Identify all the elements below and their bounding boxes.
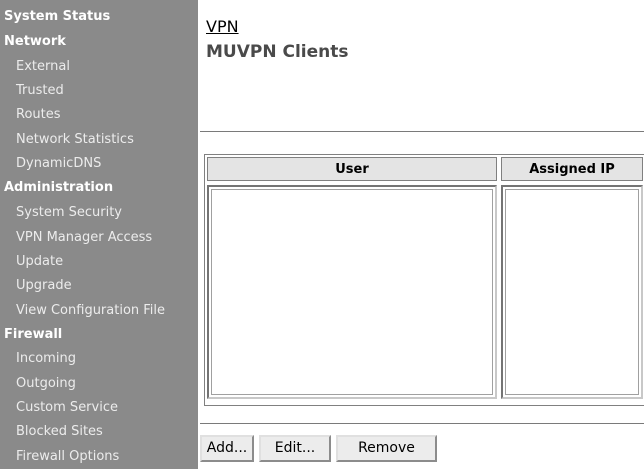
sidebar-item-administration[interactable]: Administration bbox=[0, 177, 202, 201]
app-window: System Status Network External Trusted R… bbox=[0, 0, 644, 469]
page-title: MUVPN Clients bbox=[206, 42, 349, 62]
sidebar-item-firewall[interactable]: Firewall bbox=[0, 324, 202, 348]
column-header-user: User bbox=[207, 157, 497, 181]
column-header-assigned-ip: Assigned IP bbox=[501, 157, 643, 181]
sidebar-item-blocked-sites[interactable]: Blocked Sites bbox=[0, 421, 214, 445]
remove-button[interactable]: Remove bbox=[336, 435, 437, 462]
sidebar-item-network[interactable]: Network bbox=[0, 31, 202, 55]
divider-bottom bbox=[200, 423, 644, 425]
edit-button[interactable]: Edit... bbox=[259, 435, 331, 462]
divider-top bbox=[200, 131, 644, 133]
add-button[interactable]: Add... bbox=[200, 435, 254, 462]
sidebar-item-routes[interactable]: Routes bbox=[0, 104, 214, 128]
main-content: VPN MUVPN Clients User Assigned IP Add..… bbox=[198, 0, 644, 469]
sidebar-item-custom-service[interactable]: Custom Service bbox=[0, 397, 214, 421]
user-list[interactable] bbox=[207, 185, 497, 399]
sidebar-item-system-status[interactable]: System Status bbox=[0, 6, 202, 30]
sidebar-item-dynamicdns[interactable]: DynamicDNS bbox=[0, 153, 214, 177]
sidebar-item-firewall-options[interactable]: Firewall Options bbox=[0, 446, 214, 469]
sidebar-item-network-statistics[interactable]: Network Statistics bbox=[0, 129, 214, 153]
assigned-ip-list[interactable] bbox=[501, 185, 643, 399]
sidebar-item-external[interactable]: External bbox=[0, 56, 214, 80]
sidebar-item-update[interactable]: Update bbox=[0, 251, 214, 275]
sidebar-nav: System Status Network External Trusted R… bbox=[0, 0, 198, 469]
sidebar-item-vpn-manager-access[interactable]: VPN Manager Access bbox=[0, 227, 214, 251]
sidebar-item-outgoing[interactable]: Outgoing bbox=[0, 373, 214, 397]
breadcrumb-vpn[interactable]: VPN bbox=[206, 17, 239, 36]
sidebar-item-trusted[interactable]: Trusted bbox=[0, 80, 214, 104]
clients-table: User Assigned IP bbox=[204, 154, 644, 406]
sidebar-item-system-security[interactable]: System Security bbox=[0, 202, 214, 226]
sidebar-item-upgrade[interactable]: Upgrade bbox=[0, 275, 214, 299]
sidebar-item-incoming[interactable]: Incoming bbox=[0, 348, 214, 372]
sidebar-item-view-configuration-file[interactable]: View Configuration File bbox=[0, 300, 214, 324]
